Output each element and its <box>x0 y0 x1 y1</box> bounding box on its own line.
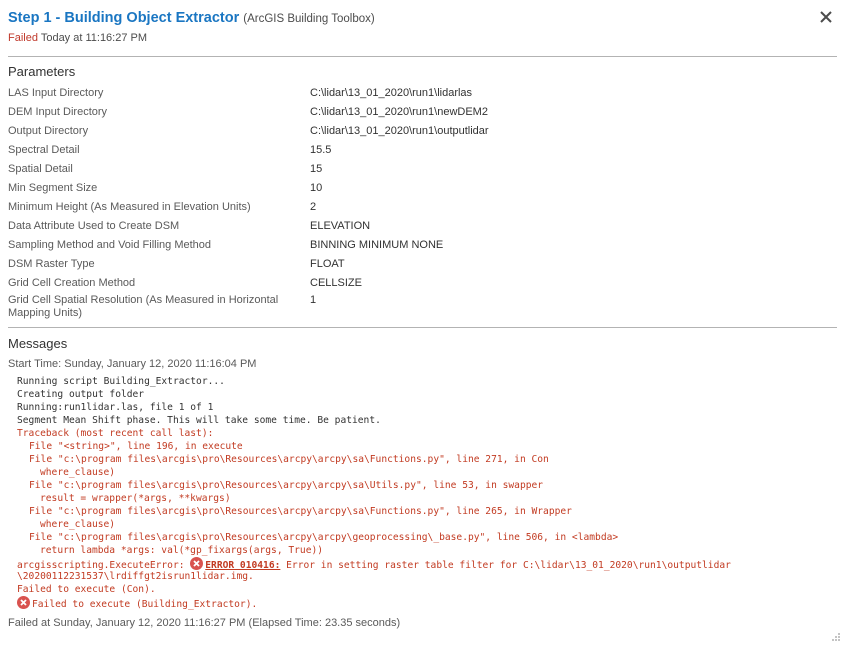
param-name: Data Attribute Used to Create DSM <box>8 220 180 232</box>
log-line-error: File "c:\program files\arcgis\pro\Resour… <box>29 532 619 543</box>
close-icon[interactable] <box>817 8 835 26</box>
param-row: Spatial Detail 15 <box>8 161 828 180</box>
log-line: Creating output folder <box>17 389 145 400</box>
toolbox-name: (ArcGIS Building Toolbox) <box>243 13 375 25</box>
param-name: Min Segment Size <box>8 182 98 194</box>
log-line: Running:run1lidar.las, file 1 of 1 <box>17 402 214 413</box>
param-value: C:\lidar\13_01_2020\run1\lidarlas <box>310 87 473 99</box>
log-line: Segment Mean Shift phase. This will take… <box>17 415 381 426</box>
param-name: Output Directory <box>8 125 89 137</box>
log-line-error: File "c:\program files\arcgis\pro\Resour… <box>29 454 549 465</box>
param-name: LAS Input Directory <box>8 87 104 99</box>
param-row: Grid Cell Creation Method CELLSIZE <box>8 275 828 294</box>
error-text: Error in setting raster table filter for… <box>280 560 731 571</box>
log-line: Running script Building_Extractor... <box>17 376 225 387</box>
log-line-error: File "<string>", line 196, in execute <box>29 441 243 452</box>
param-value: ELEVATION <box>310 220 371 232</box>
divider <box>8 327 837 328</box>
param-row: Minimum Height (As Measured in Elevation… <box>8 199 828 218</box>
param-name: Grid Cell Creation Method <box>8 277 136 289</box>
log-line-error: where_clause) <box>40 467 116 478</box>
param-name: DEM Input Directory <box>8 106 108 118</box>
param-name: Minimum Height (As Measured in Elevation… <box>8 201 251 213</box>
title-line: Step 1 - Building Object Extractor (ArcG… <box>8 8 835 29</box>
param-value: C:\lidar\13_01_2020\run1\outputlidar <box>310 125 489 137</box>
param-name: Sampling Method and Void Filling Method <box>8 239 212 251</box>
param-value: 1 <box>310 294 317 306</box>
param-row: Spectral Detail 15.5 <box>8 142 828 161</box>
param-value: CELLSIZE <box>310 277 362 289</box>
param-value: 2 <box>310 201 317 213</box>
param-value: 15.5 <box>310 144 332 156</box>
log-line-error: \20200112231537\lrdiffgt2isrun1lidar.img… <box>17 571 254 582</box>
param-value: 15 <box>310 163 323 175</box>
message-log: Running script Building_Extractor... Cre… <box>17 375 833 610</box>
failed-at: Failed at Sunday, January 12, 2020 11:16… <box>8 617 401 629</box>
param-row: Output Directory C:\lidar\13_01_2020\run… <box>8 123 828 142</box>
status-time: Today at 11:16:27 PM <box>40 32 148 44</box>
status-line: Failed Today at 11:16:27 PM <box>8 32 835 44</box>
parameters-list: LAS Input Directory C:\lidar\13_01_2020\… <box>8 85 828 324</box>
log-line-error: result = wrapper(*args, **kwargs) <box>40 493 231 504</box>
param-row: DEM Input Directory C:\lidar\13_01_2020\… <box>8 104 828 123</box>
param-row: Data Attribute Used to Create DSM ELEVAT… <box>8 218 828 237</box>
param-name: Spatial Detail <box>8 163 73 175</box>
tool-title: Step 1 - Building Object Extractor <box>8 10 240 26</box>
error-icon <box>17 596 30 609</box>
param-name: Spectral Detail <box>8 144 80 156</box>
status-badge: Failed <box>8 32 38 44</box>
log-line-error: Failed to execute (Con). <box>17 584 156 595</box>
log-line-error: File "c:\program files\arcgis\pro\Resour… <box>29 506 572 517</box>
param-row: Sampling Method and Void Filling Method … <box>8 237 828 256</box>
parameters-heading: Parameters <box>8 64 76 79</box>
divider <box>8 56 837 57</box>
error-icon <box>190 557 204 570</box>
param-name: Grid Cell Spatial Resolution (As Measure… <box>8 294 279 319</box>
failed-tool-text: Failed to execute (Building_Extractor). <box>32 599 258 610</box>
resize-grip-icon[interactable] <box>831 629 841 641</box>
log-line-error: where_clause) <box>40 519 116 530</box>
param-value: FLOAT <box>310 258 345 270</box>
param-row: Grid Cell Spatial Resolution (As Measure… <box>8 294 828 324</box>
param-value: BINNING MINIMUM NONE <box>310 239 444 251</box>
messages-heading: Messages <box>8 336 68 351</box>
param-row: DSM Raster Type FLOAT <box>8 256 828 275</box>
log-line-error: arcgisscripting.ExecuteError: ERROR 0104… <box>17 557 833 571</box>
dialog-header: Step 1 - Building Object Extractor (ArcG… <box>8 8 835 44</box>
param-value: 10 <box>310 182 323 194</box>
start-time: Start Time: Sunday, January 12, 2020 11:… <box>8 358 257 370</box>
log-line-error: Traceback (most recent call last): <box>17 428 214 439</box>
param-value: C:\lidar\13_01_2020\run1\newDEM2 <box>310 106 488 118</box>
param-name: DSM Raster Type <box>8 258 95 270</box>
param-row: Min Segment Size 10 <box>8 180 828 199</box>
log-line-error: File "c:\program files\arcgis\pro\Resour… <box>29 480 544 491</box>
log-line-error: return lambda *args: val(*gp_fixargs(arg… <box>40 545 324 556</box>
param-row: LAS Input Directory C:\lidar\13_01_2020\… <box>8 85 828 104</box>
log-line-error: Failed to execute (Building_Extractor). <box>17 596 833 610</box>
